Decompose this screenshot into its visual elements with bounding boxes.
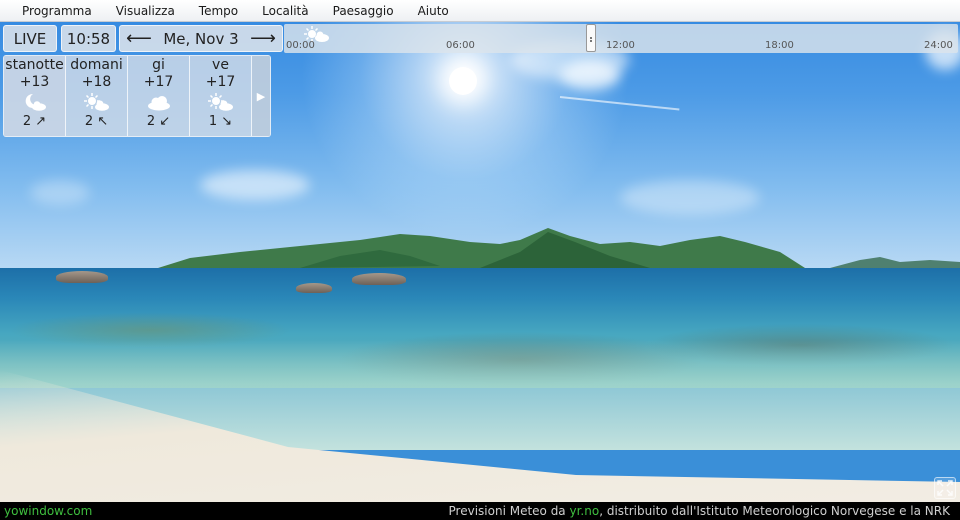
footer: yowindow.com Previsioni Meteo da yr.no, … (0, 502, 960, 520)
brand-link[interactable]: yowindow.com (4, 502, 92, 520)
forecast-temperature: +18 (81, 74, 112, 90)
rock (352, 273, 406, 285)
timeline-tick-label: 18:00 (765, 40, 794, 51)
live-button[interactable]: LIVE (3, 25, 57, 52)
cloud (620, 180, 760, 215)
timeline-track[interactable]: 00:00 06:00 12:00 18:00 24:00 (284, 24, 958, 53)
moon-cloud-icon (18, 91, 52, 113)
rock (296, 283, 332, 293)
sun-cloud-icon (204, 91, 238, 113)
forecast-panel: stanotte +13 2 ↗ domani +18 2 ↖ gi +17 2… (3, 55, 271, 137)
forecast-day-ve[interactable]: ve +17 1 ↘ (190, 56, 252, 136)
wind-direction-arrow-icon: ↖ (97, 114, 109, 129)
sun (449, 67, 477, 95)
forecast-wind: 2 ↗ (22, 114, 47, 129)
prev-day-arrow-icon[interactable]: ⟵ (126, 29, 152, 48)
menu-bar: Programma Visualizza Tempo Località Paes… (0, 0, 960, 22)
next-day-arrow-icon[interactable]: ⟶ (250, 29, 276, 48)
forecast-day-name: gi (152, 57, 165, 73)
menu-aiuto[interactable]: Aiuto (406, 0, 461, 22)
menu-programma[interactable]: Programma (10, 0, 104, 22)
forecast-wind: 2 ↖ (84, 114, 109, 129)
menu-localita[interactable]: Località (250, 0, 321, 22)
forecast-temperature: +17 (205, 74, 236, 90)
forecast-more-button[interactable]: ▶ (252, 56, 270, 136)
cloud-icon (142, 91, 176, 113)
cloud (30, 180, 90, 205)
forecast-wind: 2 ↙ (146, 114, 171, 129)
wind-direction-arrow-icon: ↗ (35, 114, 47, 129)
menu-tempo[interactable]: Tempo (187, 0, 250, 22)
wind-direction-arrow-icon: ↘ (221, 114, 233, 129)
date-navigator: ⟵ Me, Nov 3 ⟶ (119, 25, 283, 52)
forecast-wind: 1 ↘ (208, 114, 233, 129)
forecast-day-gi[interactable]: gi +17 2 ↙ (128, 56, 190, 136)
rock (56, 271, 108, 283)
menu-paesaggio[interactable]: Paesaggio (321, 0, 406, 22)
forecast-day-name: domani (70, 57, 123, 73)
fullscreen-icon[interactable] (934, 477, 956, 499)
wind-direction-arrow-icon: ↙ (159, 114, 171, 129)
current-date: Me, Nov 3 (163, 29, 239, 48)
timeline-tick-label: 06:00 (446, 40, 475, 51)
cloud (200, 170, 310, 200)
timeline-tick-label: 12:00 (606, 40, 635, 51)
yr-link[interactable]: yr.no (570, 504, 600, 518)
timeline-tick-label: 24:00 (924, 40, 953, 51)
menu-visualizza[interactable]: Visualizza (104, 0, 187, 22)
sun-cloud-icon (80, 91, 114, 113)
islands (158, 228, 960, 268)
forecast-temperature: +17 (143, 74, 174, 90)
toolbar: LIVE 10:58 ⟵ Me, Nov 3 ⟶ 00:00 06:00 12:… (0, 23, 960, 53)
forecast-day-name: ve (212, 57, 229, 73)
forecast-day-domani[interactable]: domani +18 2 ↖ (66, 56, 128, 136)
forecast-day-name: stanotte (5, 57, 64, 73)
timeline-slider-handle[interactable] (586, 24, 596, 52)
credit-text: Previsioni Meteo da yr.no, distribuito d… (448, 504, 950, 518)
forecast-temperature: +13 (19, 74, 50, 90)
forecast-day-stanotte[interactable]: stanotte +13 2 ↗ (4, 56, 66, 136)
timeline-tick-label: 00:00 (286, 40, 315, 51)
current-time: 10:58 (61, 25, 116, 52)
